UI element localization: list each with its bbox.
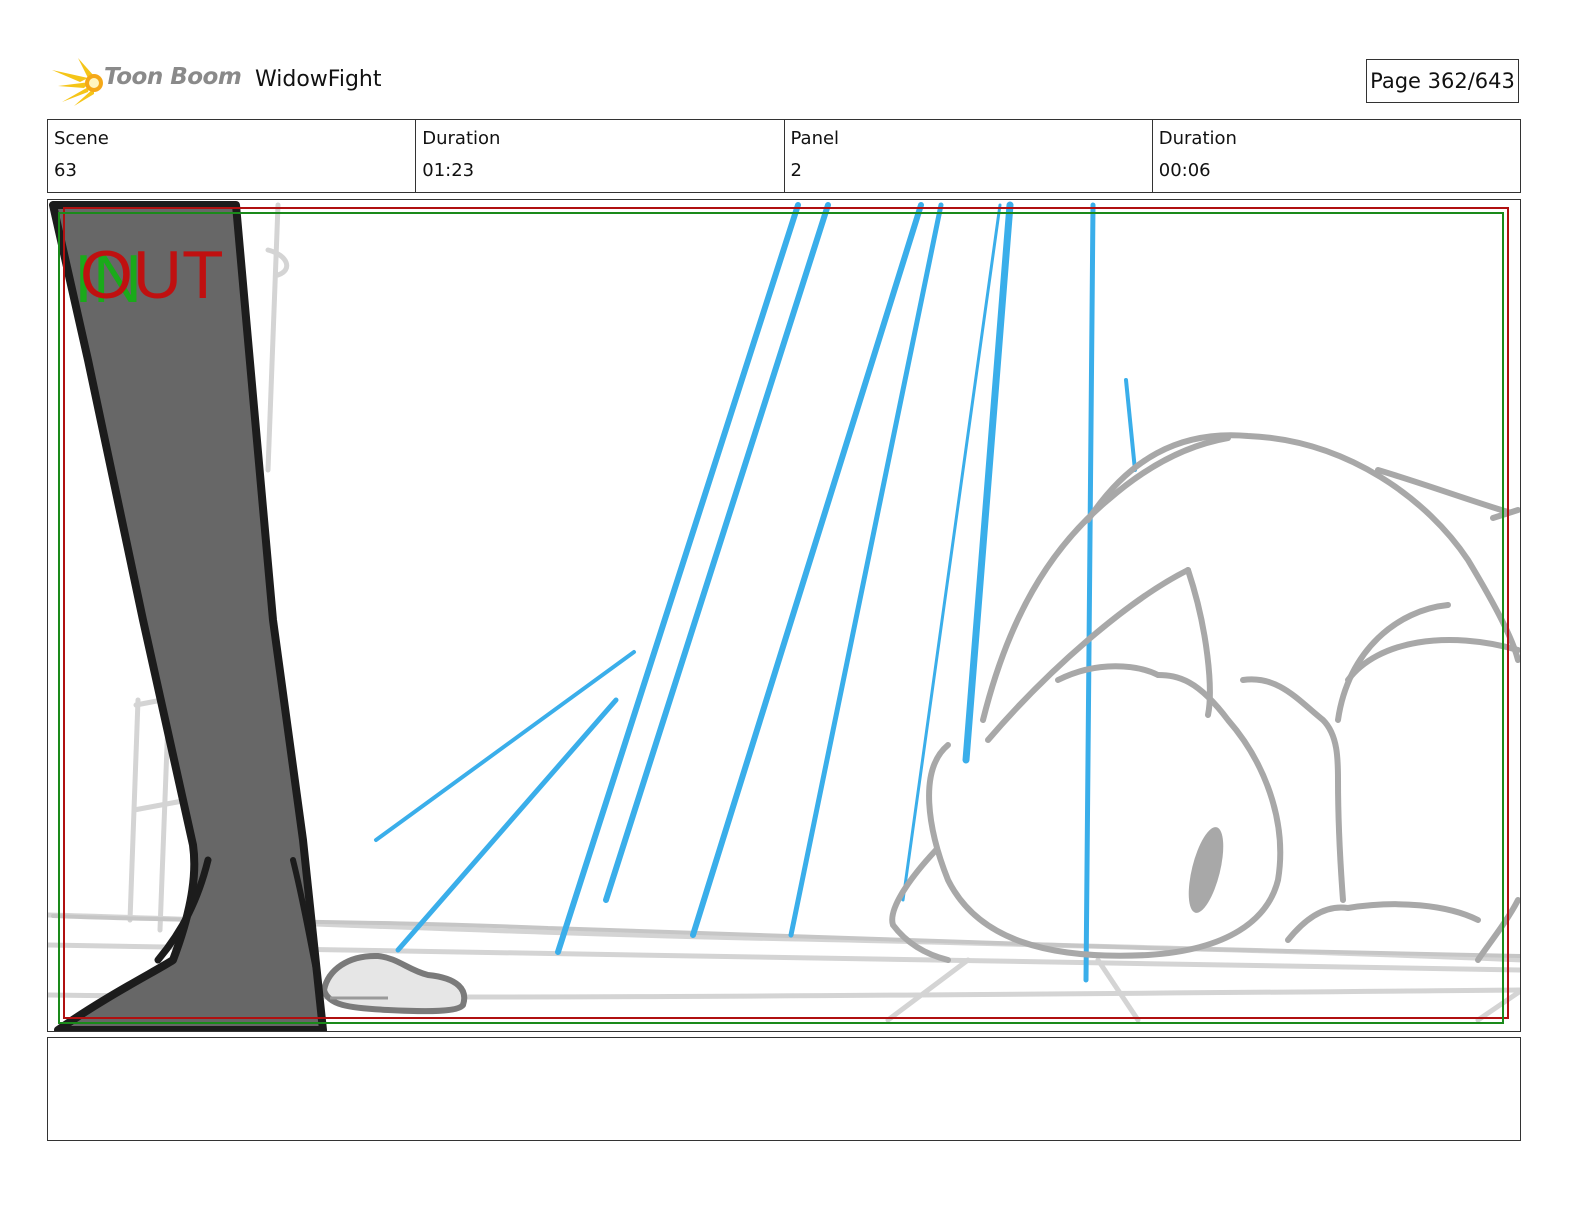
panel-info-table: Scene 63 Duration 01:23 Panel 2 Duration…: [47, 119, 1521, 193]
scene-duration-cell: Duration 01:23: [416, 120, 785, 192]
rock-shape: [321, 952, 468, 1015]
scene-value: 63: [54, 160, 77, 181]
panel-cell: Panel 2: [785, 120, 1153, 192]
panel-drawing: IN OUT: [48, 201, 1520, 1031]
panel-label: Panel: [790, 128, 840, 149]
project-title: WidowFight: [255, 67, 382, 92]
foreground-leg: [49, 201, 327, 1031]
panel-duration-label: Duration: [1158, 128, 1237, 149]
scene-label: Scene: [54, 128, 109, 149]
panel-value: 2: [790, 160, 802, 181]
scene-duration-value: 01:23: [422, 160, 475, 181]
scene-cell: Scene 63: [48, 120, 417, 192]
storyboard-panel: IN OUT: [47, 199, 1521, 1032]
panel-duration-cell: Duration 00:06: [1153, 120, 1520, 192]
speed-lines: [374, 201, 1137, 983]
out-label: OUT: [80, 237, 224, 313]
panel-duration-value: 00:06: [1158, 160, 1211, 181]
character-eye-shape: [1188, 827, 1224, 913]
scene-duration-label: Duration: [422, 128, 501, 149]
notes-box: [47, 1037, 1521, 1141]
logo-wordmark: Toon Boom: [104, 64, 242, 90]
page-counter: Page 362/643: [1366, 59, 1519, 103]
